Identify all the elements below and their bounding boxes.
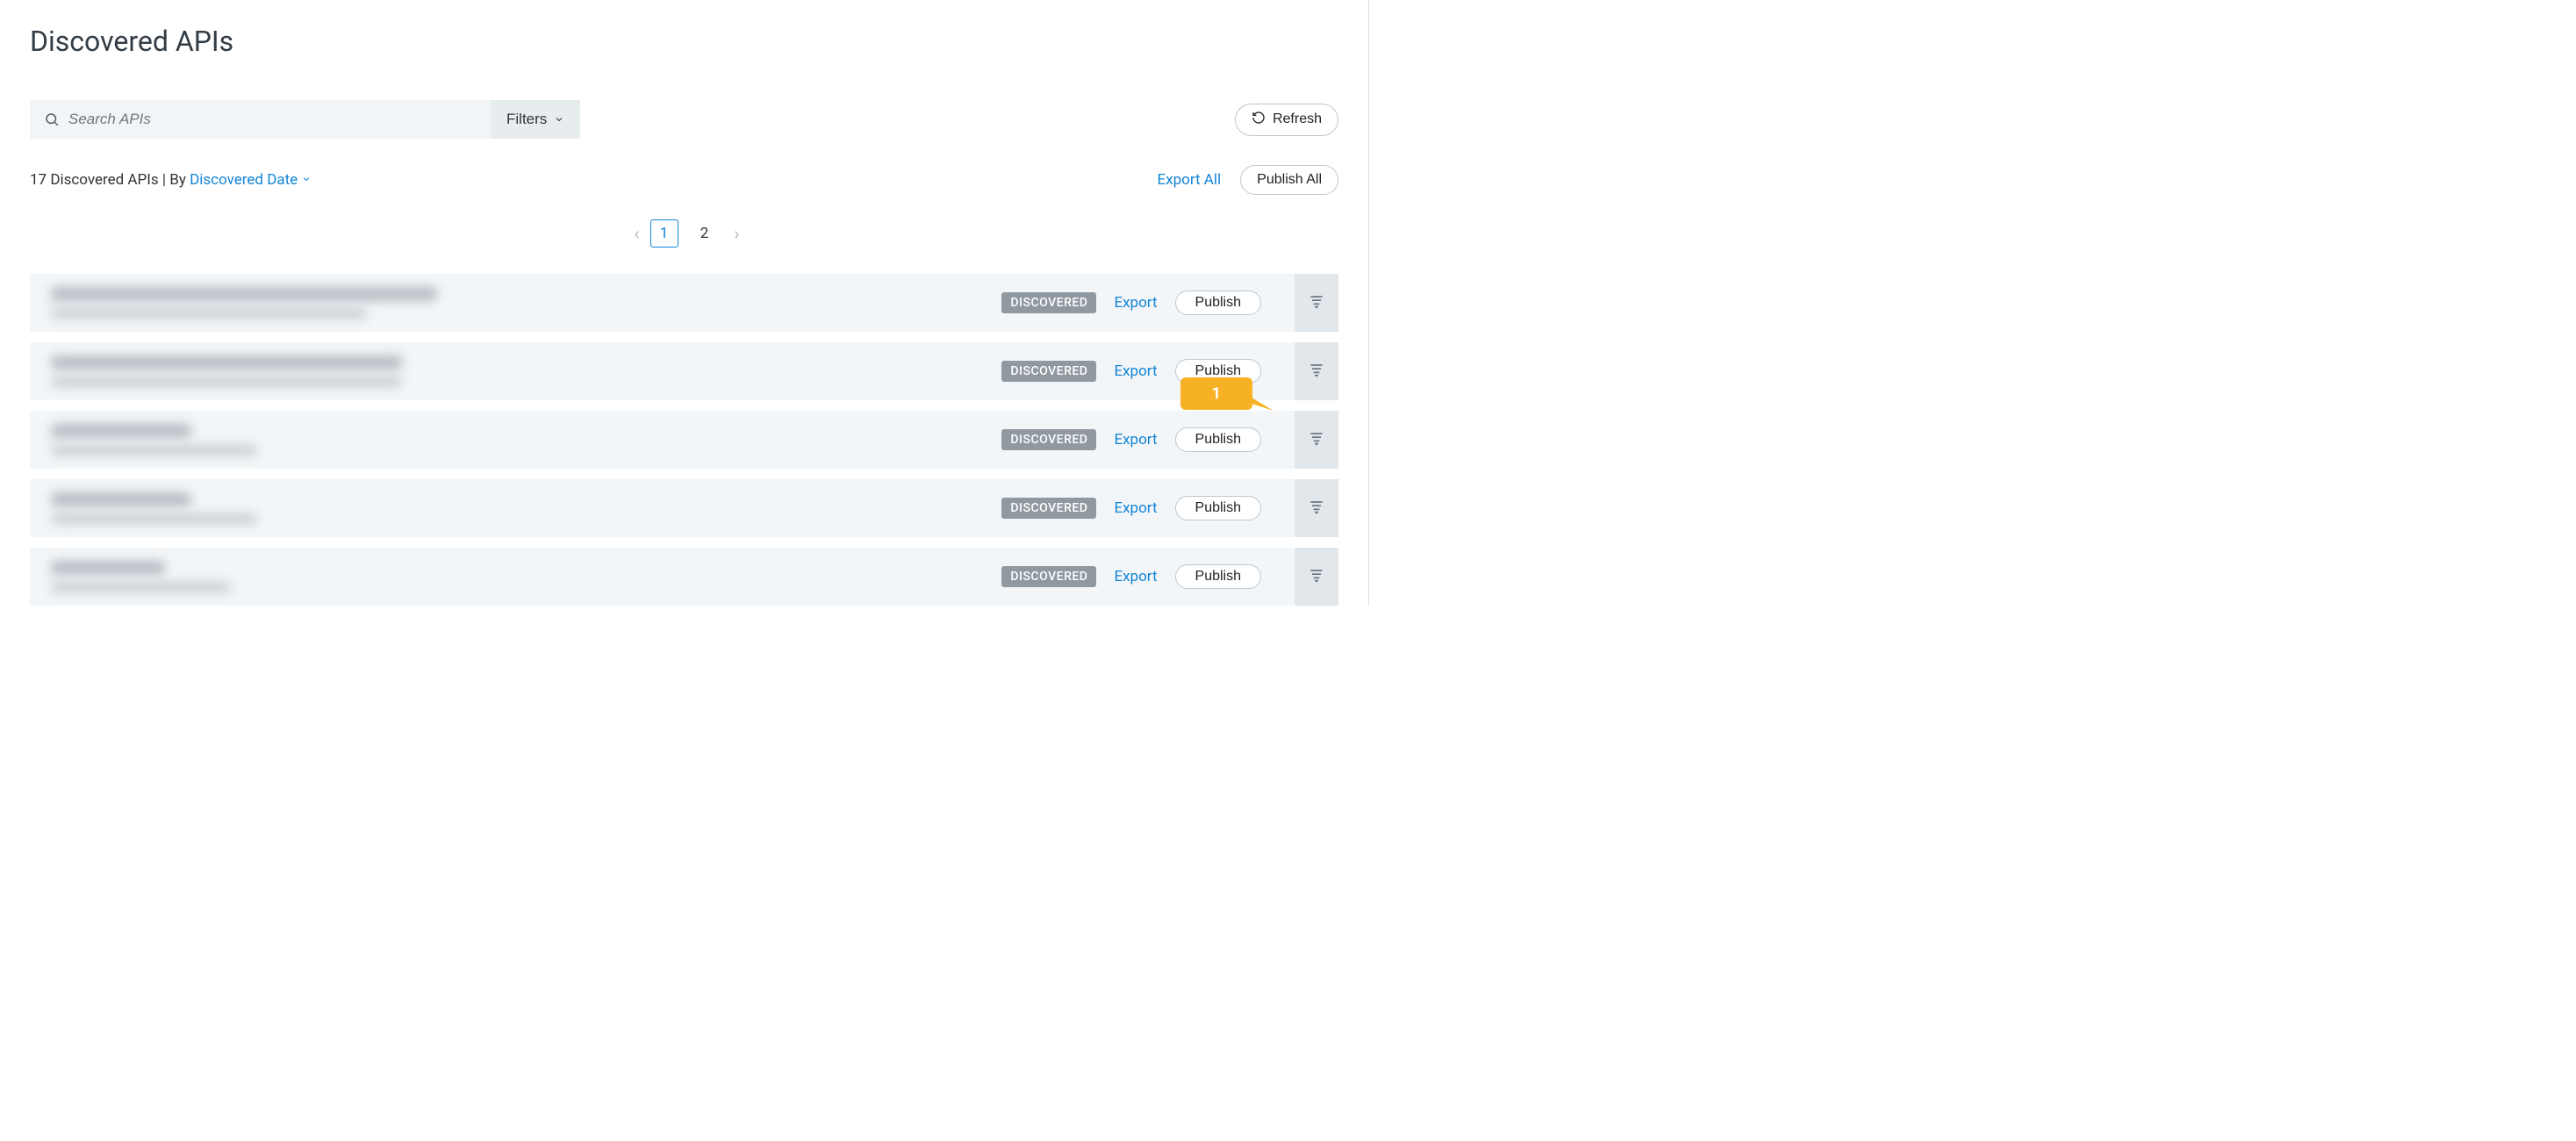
publish-button[interactable]: Publish bbox=[1175, 427, 1261, 452]
search-box[interactable] bbox=[30, 100, 491, 139]
export-link[interactable]: Export bbox=[1114, 294, 1157, 312]
publish-button[interactable]: Publish bbox=[1175, 564, 1261, 589]
meta-right: Export All Publish All bbox=[1158, 165, 1338, 195]
status-badge: DISCOVERED bbox=[1001, 498, 1096, 519]
count-text: 17 Discovered APIs bbox=[30, 171, 159, 189]
api-row-actions: DISCOVEREDExportPublish bbox=[1001, 342, 1338, 400]
export-link[interactable]: Export bbox=[1114, 362, 1157, 380]
publish-button[interactable]: Publish bbox=[1175, 496, 1261, 520]
api-name-redacted bbox=[51, 424, 191, 438]
api-meta-redacted bbox=[51, 582, 231, 592]
annotation-callout: 1 bbox=[1180, 377, 1252, 410]
api-row-actions: DISCOVERED Export Publish bbox=[1001, 548, 1338, 606]
api-row-actions: DISCOVERED Export Publish bbox=[1001, 411, 1338, 469]
status-badge: DISCOVERED bbox=[1001, 566, 1096, 587]
refresh-icon bbox=[1252, 111, 1266, 129]
api-row-info bbox=[51, 424, 1001, 456]
by-label: By bbox=[169, 171, 186, 189]
api-name-redacted bbox=[51, 492, 191, 506]
export-link[interactable]: Export bbox=[1114, 568, 1157, 585]
api-meta-redacted bbox=[51, 445, 257, 456]
api-list: DISCOVERED Export Publish DISCOVERED Export P… bbox=[30, 274, 1338, 606]
filter-sort-icon bbox=[1308, 498, 1325, 519]
row-menu-button[interactable] bbox=[1295, 479, 1338, 537]
filters-button[interactable]: Filters bbox=[491, 100, 580, 139]
filter-sort-icon bbox=[1308, 292, 1325, 313]
api-row: DISCOVERED Export Publish bbox=[30, 479, 1338, 537]
api-meta-redacted bbox=[51, 513, 257, 524]
publish-all-label: Publish All bbox=[1257, 172, 1322, 188]
page-number[interactable]: 1 bbox=[650, 219, 678, 248]
page-title: Discovered APIs bbox=[30, 25, 1338, 58]
api-row-actions: DISCOVERED Export Publish bbox=[1001, 479, 1338, 537]
export-link[interactable]: Export bbox=[1114, 499, 1157, 517]
chevron-down-icon bbox=[554, 114, 564, 125]
search-filter-group: Filters bbox=[30, 100, 580, 139]
api-row: DISCOVEREDExportPublish bbox=[30, 342, 1338, 400]
api-row: DISCOVERED Export Publish bbox=[30, 274, 1338, 332]
api-name-redacted bbox=[51, 287, 437, 301]
row-menu-button[interactable] bbox=[1295, 342, 1338, 400]
page-last-icon[interactable]: ›› bbox=[731, 223, 738, 244]
api-meta-redacted bbox=[51, 377, 402, 387]
meta-row: 17 Discovered APIs | By Discovered Date … bbox=[30, 165, 1338, 195]
page-number[interactable]: 2 bbox=[691, 219, 719, 248]
toolbar: Filters Refresh bbox=[30, 100, 1338, 139]
api-row-info bbox=[51, 355, 1001, 387]
meta-left: 17 Discovered APIs | By Discovered Date bbox=[30, 171, 312, 189]
publish-all-button[interactable]: Publish All bbox=[1240, 165, 1338, 195]
sort-label: Discovered Date bbox=[190, 171, 298, 189]
export-all-link[interactable]: Export All bbox=[1158, 171, 1222, 189]
search-icon bbox=[44, 111, 60, 127]
status-badge: DISCOVERED bbox=[1001, 429, 1096, 450]
filter-sort-icon bbox=[1308, 429, 1325, 450]
api-name-redacted bbox=[51, 561, 165, 575]
api-meta-redacted bbox=[51, 308, 367, 319]
sort-dropdown[interactable]: Discovered Date bbox=[190, 171, 312, 189]
api-row: DISCOVERED Export Publish bbox=[30, 548, 1338, 606]
status-badge: DISCOVERED bbox=[1001, 292, 1096, 313]
api-row-info bbox=[51, 492, 1001, 524]
search-input[interactable] bbox=[60, 111, 477, 128]
refresh-button[interactable]: Refresh bbox=[1235, 104, 1338, 136]
filters-label: Filters bbox=[506, 111, 547, 128]
row-menu-button[interactable] bbox=[1295, 411, 1338, 469]
publish-button[interactable]: Publish bbox=[1175, 291, 1261, 315]
export-link[interactable]: Export bbox=[1114, 431, 1157, 449]
row-menu-button[interactable] bbox=[1295, 274, 1338, 332]
page-first-icon[interactable]: ‹‹ bbox=[630, 223, 637, 244]
chevron-down-icon bbox=[301, 171, 312, 189]
filter-sort-icon bbox=[1308, 361, 1325, 382]
api-row: DISCOVEREDExportPublish1 bbox=[30, 411, 1338, 469]
api-row-info bbox=[51, 561, 1001, 592]
row-menu-button[interactable] bbox=[1295, 548, 1338, 606]
status-badge: DISCOVERED bbox=[1001, 361, 1096, 382]
filter-sort-icon bbox=[1308, 566, 1325, 587]
api-row-actions: DISCOVERED Export Publish bbox=[1001, 274, 1338, 332]
pagination: ‹‹ 12 ›› bbox=[30, 219, 1338, 248]
api-name-redacted bbox=[51, 355, 402, 370]
refresh-label: Refresh bbox=[1273, 111, 1322, 127]
api-row-info bbox=[51, 287, 1001, 319]
